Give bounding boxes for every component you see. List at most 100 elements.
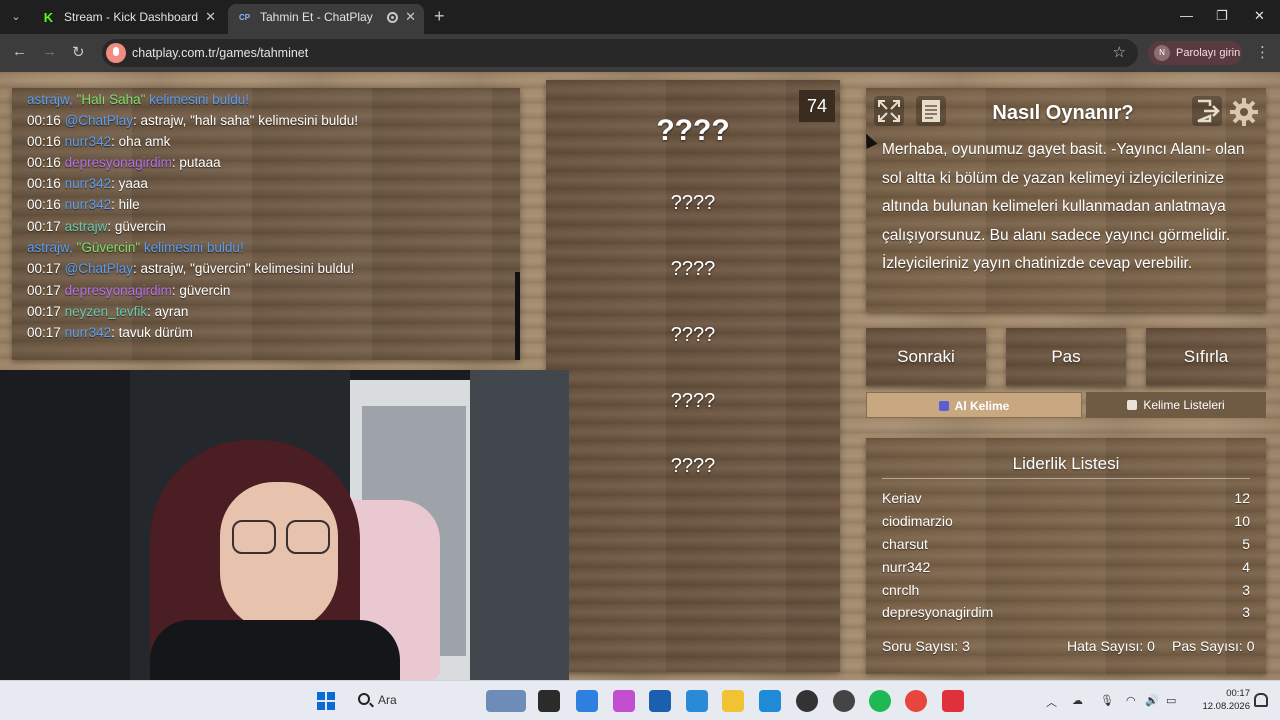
mail-icon[interactable] xyxy=(576,690,598,712)
maximize-icon[interactable]: ❐ xyxy=(1216,8,1228,24)
tab-kick-dashboard[interactable]: K Stream - Kick Dashboard ✕ xyxy=(32,4,224,34)
chat-message: 00:17 neyzen_tevfik: ayran xyxy=(27,304,188,319)
message-text: : astrajw, "güvercin" kelimesini buldu! xyxy=(133,261,355,276)
close-tab-icon[interactable]: ✕ xyxy=(405,4,416,30)
store-icon[interactable] xyxy=(649,690,671,712)
message-time: 00:17 xyxy=(27,261,61,276)
new-tab-icon[interactable]: + xyxy=(434,6,445,27)
chat-message: 00:16 depresyonagirdim: putaaa xyxy=(27,155,221,170)
browser-toolbar: ← → ↻ chatplay.com.tr/games/tahminet ☆ N… xyxy=(0,34,1280,72)
tab-get-word[interactable]: Al Kelime xyxy=(866,392,1082,418)
message-time: 00:17 xyxy=(27,219,61,234)
message-user[interactable]: nurr342 xyxy=(65,176,112,191)
obs-icon[interactable] xyxy=(833,690,855,712)
microphone-icon[interactable] xyxy=(106,43,126,63)
pass-count: Pas Sayısı: 0 xyxy=(1172,638,1255,654)
player-score: 12 xyxy=(1234,490,1250,506)
volume-icon[interactable]: 🔊 xyxy=(1145,694,1159,707)
wifi-icon[interactable]: ◠ xyxy=(1126,694,1136,707)
message-user[interactable]: neyzen_tevfik xyxy=(65,304,148,319)
message-text: : ayran xyxy=(147,304,189,319)
chat-system-message: astrajw, "Güvercin" kelimesini buldu! xyxy=(27,240,244,255)
message-user[interactable]: @ChatPlay xyxy=(65,113,133,128)
windows-start-icon[interactable] xyxy=(317,692,335,710)
leaderboard-row: charsut 5 xyxy=(882,536,1250,552)
forward-icon[interactable]: → xyxy=(42,43,57,60)
next-button[interactable]: Sonraki xyxy=(866,328,986,386)
how-to-play-title: Nasıl Oynanır? xyxy=(992,102,1134,124)
address-bar[interactable]: chatplay.com.tr/games/tahminet ☆ xyxy=(102,39,1138,67)
notification-bell-icon[interactable] xyxy=(1254,693,1268,707)
webcam-person-face xyxy=(220,482,338,632)
recording-app-icon[interactable] xyxy=(942,690,964,712)
spotify-icon[interactable] xyxy=(869,690,891,712)
fullscreen-icon[interactable] xyxy=(874,96,904,126)
menu-icon[interactable]: ⋮ xyxy=(1255,43,1270,61)
password-profile-button[interactable]: N Parolayı girin xyxy=(1148,41,1242,65)
chat-message: 00:17 nurr342: tavuk dürüm xyxy=(27,325,193,340)
message-text: : güvercin xyxy=(171,283,231,298)
logout-icon[interactable] xyxy=(1192,96,1222,126)
chat-scrollbar[interactable] xyxy=(515,272,520,360)
tab-title: Tahmin Et - ChatPlay xyxy=(260,10,373,24)
app-icon[interactable] xyxy=(686,690,708,712)
target-word: ???? xyxy=(656,114,730,147)
close-window-icon[interactable]: ✕ xyxy=(1254,8,1265,24)
copilot-icon[interactable] xyxy=(613,690,635,712)
tab-word-lists[interactable]: Kelime Listeleri xyxy=(1086,392,1266,418)
message-time: 00:16 xyxy=(27,197,61,212)
shield-icon[interactable] xyxy=(759,690,781,712)
document-icon[interactable] xyxy=(916,96,946,126)
tab-label: Al Kelime xyxy=(954,399,1010,413)
alien-icon[interactable] xyxy=(796,690,818,712)
tab-chatplay[interactable]: CP Tahmin Et - ChatPlay ✕ xyxy=(228,4,424,34)
chrome-icon[interactable] xyxy=(905,690,927,712)
minimize-icon[interactable]: — xyxy=(1180,8,1193,23)
file-explorer-icon[interactable] xyxy=(722,690,744,712)
message-time: 00:17 xyxy=(27,325,61,340)
how-to-play-panel: Nasıl Oynanır? Merhaba, oyunumuz gayet b… xyxy=(866,88,1266,312)
error-count: Hata Sayısı: 0 xyxy=(1067,638,1155,654)
battery-icon[interactable]: ▭ xyxy=(1166,694,1176,707)
pass-button[interactable]: Pas xyxy=(1006,328,1126,386)
task-view-icon[interactable] xyxy=(538,690,560,712)
windows-taskbar: Ara ︿ ☁ 🎙 ◠ 🔊 ▭ 00:17 12.08.2026 xyxy=(0,680,1280,720)
cloud-icon[interactable]: ☁ xyxy=(1072,694,1083,707)
player-name: depresyonagirdim xyxy=(882,604,994,620)
player-score: 10 xyxy=(1234,513,1250,529)
word-list-panel: 74 ???? ???? ???? ???? ???? ???? xyxy=(546,80,840,672)
widgets-icon[interactable] xyxy=(486,690,526,712)
reset-button[interactable]: Sıfırla xyxy=(1146,328,1266,386)
microphone-icon[interactable]: 🎙 xyxy=(1100,694,1114,707)
back-icon[interactable]: ← xyxy=(12,43,27,60)
message-user[interactable]: nurr342 xyxy=(65,325,112,340)
message-user[interactable]: depresyonagirdim xyxy=(65,283,172,298)
message-user[interactable]: @ChatPlay xyxy=(65,261,133,276)
tab-search-icon[interactable]: ⌄ xyxy=(6,7,26,27)
message-user[interactable]: depresyonagirdim xyxy=(65,155,172,170)
player-score: 3 xyxy=(1242,582,1250,598)
settings-gear-icon[interactable] xyxy=(1228,96,1258,126)
found-word: "Güvercin" xyxy=(76,240,141,255)
message-time: 00:17 xyxy=(27,304,61,319)
message-user[interactable]: nurr342 xyxy=(65,134,112,149)
profile-label: Parolayı girin xyxy=(1176,47,1241,59)
webcam-wall xyxy=(470,370,569,680)
bookmark-star-icon[interactable]: ☆ xyxy=(1113,43,1126,61)
forbidden-word: ???? xyxy=(670,390,716,412)
chat-panel: astrajw, "Halı Saha" kelimesini buldu! 0… xyxy=(12,88,520,360)
url-text: chatplay.com.tr/games/tahminet xyxy=(132,46,309,60)
message-time: 00:16 xyxy=(27,134,61,149)
message-user[interactable]: astrajw xyxy=(65,219,108,234)
message-text: astrajw, "Güvercin" kelimesini buldu! xyxy=(27,240,244,255)
system-clock[interactable]: 00:17 12.08.2026 xyxy=(1190,687,1250,713)
message-time: 00:17 xyxy=(27,283,61,298)
leaderboard-row: Keriav 12 xyxy=(882,490,1250,506)
player-name: ciodimarzio xyxy=(882,513,953,529)
message-text: astrajw, "Halı Saha" kelimesini buldu! xyxy=(27,92,249,107)
chevron-up-icon[interactable]: ︿ xyxy=(1046,694,1057,710)
reload-icon[interactable]: ↻ xyxy=(72,43,85,61)
message-user[interactable]: nurr342 xyxy=(65,197,112,212)
close-tab-icon[interactable]: ✕ xyxy=(205,4,216,30)
player-score: 5 xyxy=(1242,536,1250,552)
